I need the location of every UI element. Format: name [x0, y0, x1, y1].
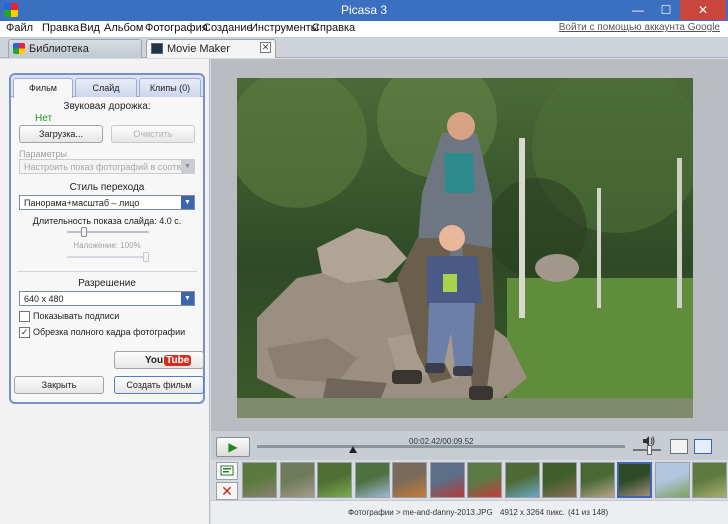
create-movie-button[interactable]: Создать фильм [114, 376, 204, 394]
crop-full-frame-checkbox[interactable]: ✓ [19, 327, 30, 338]
divider [17, 271, 197, 272]
filmstrip-thumbnail[interactable] [692, 462, 727, 498]
youtube-upload-button[interactable]: You Tube [114, 351, 204, 369]
status-counter: (41 из 148) [568, 508, 609, 517]
status-bar: Фотографии > me-and-danny-2013.JPG 4912 … [211, 500, 728, 524]
play-button[interactable]: ▶ [216, 437, 250, 457]
transition-style-select[interactable]: Панорама+масштаб – лицо ▼ [19, 195, 195, 210]
google-signin-link[interactable]: Войти с помощью аккаунта Google [559, 22, 720, 33]
filmstrip-thumbnail[interactable] [467, 462, 502, 498]
slider-track [67, 231, 149, 233]
filmstrip-thumbnails [242, 462, 728, 498]
tab-library-label: Библиотека [29, 43, 89, 55]
tab-library[interactable]: Библиотека [8, 39, 142, 58]
menu-bar: Файл Правка Вид Альбом Фотография Создан… [0, 21, 728, 38]
tab-clips[interactable]: Клипы (0) [139, 78, 201, 97]
slider-track [67, 256, 149, 258]
filmstrip-thumbnail[interactable] [504, 462, 540, 498]
menu-photo[interactable]: Фотография [145, 22, 208, 34]
params-label: Параметры [19, 149, 67, 159]
playback-bar: ▶ 00:02.42/00:09.52 [211, 431, 728, 460]
slider-thumb[interactable] [143, 252, 149, 262]
panel-tabs: Фильм Слайд Клипы (0) [11, 75, 203, 98]
chevron-down-icon: ▼ [181, 292, 194, 305]
volume-thumb[interactable] [647, 445, 652, 455]
slide-duration-label: Длительность показа слайда: 4.0 с. [32, 216, 182, 226]
menu-album[interactable]: Альбом [104, 22, 143, 34]
load-audio-button[interactable]: Загрузка... [19, 125, 103, 143]
filmstrip-thumbnail[interactable] [542, 462, 577, 498]
tab-film[interactable]: Фильм [13, 78, 73, 98]
tab-slide[interactable]: Слайд [75, 78, 137, 97]
menu-tools[interactable]: Инструменты [250, 22, 319, 34]
overlap-slider[interactable] [67, 252, 149, 262]
timeline-track[interactable] [257, 445, 625, 448]
resolution-value: 640 x 480 [24, 294, 64, 304]
transition-style-value: Панорама+масштаб – лицо [24, 198, 140, 208]
slide-duration-slider[interactable] [67, 227, 149, 237]
status-dimensions: 4912 x 3264 пикс. [500, 508, 565, 517]
movie-settings-pane: Фильм Слайд Клипы (0) Звуковая дорожка: … [0, 59, 210, 524]
show-captions-checkbox[interactable] [19, 311, 30, 322]
resolution-label: Разрешение [78, 278, 136, 289]
film-icon [151, 43, 163, 54]
maximize-button[interactable]: ☐ [652, 0, 680, 20]
photo-father-and-son-on-rocks [237, 78, 693, 418]
menu-help[interactable]: Справка [312, 22, 355, 34]
resolution-select[interactable]: 640 x 480 ▼ [19, 291, 195, 306]
filmstrip-thumbnail[interactable] [317, 462, 352, 498]
filmstrip-thumbnail[interactable] [617, 462, 652, 498]
close-tab-button[interactable]: ✕ [260, 42, 271, 53]
menu-create[interactable]: Создание [203, 22, 253, 34]
fullscreen-icon[interactable] [670, 439, 688, 454]
tab-movie-maker-label: Movie Maker [167, 43, 230, 55]
audio-track-label: Звуковая дорожка: [63, 101, 151, 112]
picasa-logo-icon [13, 43, 25, 54]
transition-style-label: Стиль перехода [69, 182, 145, 193]
filmstrip-thumbnail[interactable] [392, 462, 427, 498]
youtube-logo: You Tube [145, 355, 192, 366]
tab-movie-maker[interactable]: Movie Maker ✕ [146, 39, 276, 58]
menu-file[interactable]: Файл [6, 22, 33, 34]
chevron-down-icon: ▼ [181, 160, 194, 173]
close-movie-button[interactable]: Закрыть [14, 376, 104, 394]
overlap-label: Наложение: 100% [73, 241, 141, 250]
tab-strip: Библиотека Movie Maker ✕ [0, 38, 728, 58]
params-select[interactable]: Настроить показ фотографий в соответстви… [19, 159, 195, 174]
remove-slide-button[interactable]: ✕ [216, 482, 238, 500]
filmstrip: ✕ [211, 460, 728, 500]
preview-area [211, 59, 728, 431]
preview-photo [237, 78, 693, 418]
minimize-button[interactable]: — [624, 0, 652, 20]
close-window-button[interactable]: ✕ [680, 0, 726, 20]
menu-view[interactable]: Вид [80, 22, 100, 34]
add-text-slide-button[interactable] [216, 462, 238, 480]
filmstrip-thumbnail[interactable] [654, 462, 690, 498]
title-bar: Picasa 3 — ☐ ✕ [0, 0, 728, 21]
filmstrip-thumbnail[interactable] [354, 462, 390, 498]
audio-track-value: Нет [35, 113, 53, 124]
menu-edit[interactable]: Правка [42, 22, 79, 34]
crop-full-frame-label: Обрезка полного кадра фотографии [33, 327, 186, 337]
filmstrip-thumbnail[interactable] [579, 462, 615, 498]
chevron-down-icon: ▼ [181, 196, 194, 209]
playhead-marker[interactable] [349, 446, 357, 453]
params-select-value: Настроить показ фотографий в соответстви… [24, 162, 194, 172]
slider-thumb[interactable] [81, 227, 87, 237]
show-captions-label: Показывать подписи [33, 311, 120, 321]
filmstrip-thumbnail[interactable] [279, 462, 315, 498]
status-path: Фотографии > me-and-danny-2013.JPG [348, 508, 493, 517]
filmstrip-thumbnail[interactable] [429, 462, 465, 498]
filmstrip-thumbnail[interactable] [242, 462, 277, 498]
window-title: Picasa 3 [340, 3, 388, 17]
fit-view-icon[interactable] [694, 439, 712, 454]
add-slide-icon [220, 465, 234, 476]
clear-audio-button[interactable]: Очистить [111, 125, 195, 143]
